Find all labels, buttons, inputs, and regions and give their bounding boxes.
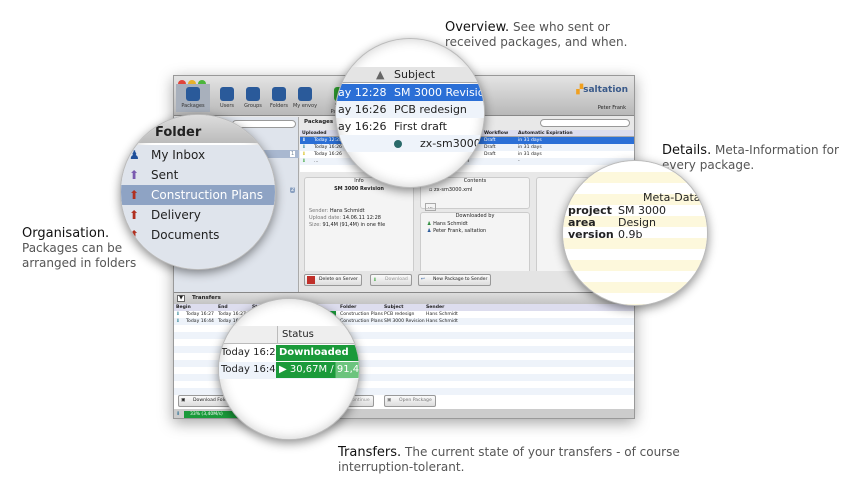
packages-title: Packages xyxy=(304,119,334,125)
pending-dot-icon xyxy=(394,140,402,148)
folder-icon: ⬆ xyxy=(129,228,140,242)
transfer-arrow-icon: ⬇ xyxy=(302,145,306,150)
package-icon xyxy=(186,87,200,101)
column-end[interactable]: End xyxy=(218,304,228,311)
new-package-to-sender-button[interactable]: ↩ New Package to Sender xyxy=(418,274,492,286)
open-package-icon: ▣ xyxy=(387,398,392,403)
zoom-package-row[interactable]: ay 16:26 First draft xyxy=(336,118,484,135)
column-folder[interactable]: Folder xyxy=(340,304,356,311)
delete-on-server-button[interactable]: Delete on Server xyxy=(304,274,362,286)
current-user: Peter Frank xyxy=(597,105,626,111)
reply-arrow-icon: ↩ xyxy=(421,277,425,282)
caption-transfers: Transfers. The current state of your tra… xyxy=(338,445,680,474)
zoom-package-row[interactable]: ay 12:28 SM 3000 Revision xyxy=(336,84,484,101)
download-folder-icon: ▣ xyxy=(181,398,186,403)
transfer-arrow-icon: ⬇ xyxy=(302,152,306,157)
upload-label: Upload date: xyxy=(309,215,342,221)
column-uploaded[interactable]: Uploaded xyxy=(302,130,327,137)
user-icon: ♟ xyxy=(427,228,432,234)
download-icon: ⬇ xyxy=(373,278,377,283)
download-button[interactable]: ⬇ Download xyxy=(370,274,412,286)
sender-value: Hans Schmidt xyxy=(329,208,365,214)
column-expiration[interactable]: Automatic Expiration xyxy=(518,130,573,137)
group-icon xyxy=(246,87,260,101)
upload-value: 14.06.11 12:28 xyxy=(342,215,381,221)
zoom-status-header: Status xyxy=(219,326,359,344)
toolbar-packages[interactable]: Packages xyxy=(176,84,210,112)
sidebar-item[interactable]: ⬆ Sent xyxy=(121,165,275,185)
zoom-begin: Today 16:27 xyxy=(221,347,282,358)
magnifier-transfers: Status Today 16:27 Downloaded Today 16:44… xyxy=(218,298,360,440)
zoom-begin: Today 16:44 xyxy=(221,364,282,375)
inbox-icon: ♟ xyxy=(129,148,140,162)
sidebar-item[interactable]: ⬆ Documents xyxy=(121,225,275,245)
sidebar-item[interactable]: ♟ My Inbox xyxy=(121,145,275,165)
sent-arrow-icon: ⬆ xyxy=(129,168,140,182)
open-package-button[interactable]: ▣ Open Package xyxy=(384,395,436,407)
downloaded-by-header: Downloaded by xyxy=(455,213,495,219)
download-arrow-icon: ⬇ xyxy=(176,312,180,317)
folder-icon: ⬆ xyxy=(129,188,140,202)
collapse-toggle[interactable]: ▼ xyxy=(177,295,185,302)
zoom-header: ▲ Subject xyxy=(336,67,484,83)
size-value: 91,4M (91,4M) in one file xyxy=(322,222,386,228)
transfer-arrow-icon: ⬇ xyxy=(302,138,306,143)
column-begin[interactable]: Begin xyxy=(176,304,191,311)
meta-zoom-header: Meta-Data xyxy=(643,191,701,204)
envoy-icon xyxy=(298,87,312,101)
zoom-status-downloaded: Downloaded xyxy=(276,345,359,361)
sidebar-item[interactable]: ⬆ Delivery xyxy=(121,205,275,225)
toolbar-my-envoy[interactable]: My envoy xyxy=(288,87,322,109)
more-button[interactable]: ... xyxy=(425,203,436,211)
folder-title: Folder xyxy=(121,115,275,143)
packages-search-input[interactable] xyxy=(540,119,630,127)
file-item[interactable]: ▫ zx-sm3000.xml xyxy=(429,187,529,193)
user-icon: ♟ xyxy=(427,221,432,227)
download-arrow-icon: ⬇ xyxy=(176,411,181,417)
magnifier-details: Meta-Data project SM 3000 area Design versio… xyxy=(562,160,708,306)
size-label: Size: xyxy=(309,222,321,228)
inbox-badge: 1 xyxy=(290,151,296,157)
transfers-table-header: Begin End Status Folder Subject Sender xyxy=(174,304,634,311)
folder-icon: ⬆ xyxy=(129,208,140,222)
folders-icon xyxy=(272,87,286,101)
transfer-arrow-icon: ⬇ xyxy=(302,159,306,164)
brand-logo: ▞saltation xyxy=(576,85,628,95)
zoom-package-row[interactable]: ay 16:26 PCB redesign xyxy=(336,101,484,118)
downloader: ♟ Peter Frank, saltation xyxy=(427,228,487,234)
column-workflow[interactable]: Workflow xyxy=(484,130,508,137)
folder-badge: 2 xyxy=(290,187,296,193)
magnifier-organisation: Folder ♟ My Inbox ⬆ Sent ⬆ Construction … xyxy=(120,114,276,270)
sender-label: Sender: xyxy=(309,208,329,214)
meta-row: version 0.9b xyxy=(568,228,643,241)
overall-progress: 33% (3,40M/s) xyxy=(184,411,238,418)
column-sender[interactable]: Sender xyxy=(426,304,444,311)
user-icon xyxy=(220,87,234,101)
download-arrow-icon: ⬇ xyxy=(176,319,180,324)
caption-overview: Overview. See who sent or received packa… xyxy=(445,20,628,49)
sidebar-item[interactable]: ⬆ Construction Plans xyxy=(121,185,275,205)
zoom-package-row[interactable]: zx-sm3000 xyxy=(336,135,484,152)
zoom-status-progress: ▶ 30,67M / 91,4M xyxy=(276,362,359,378)
column-subject[interactable]: Subject xyxy=(384,304,403,311)
delete-icon xyxy=(307,276,315,284)
downloader: ♟ Hans Schmidt xyxy=(427,221,468,227)
magnifier-overview: ▲ Subject ay 12:28 SM 3000 Revision ay 16… xyxy=(335,38,485,188)
